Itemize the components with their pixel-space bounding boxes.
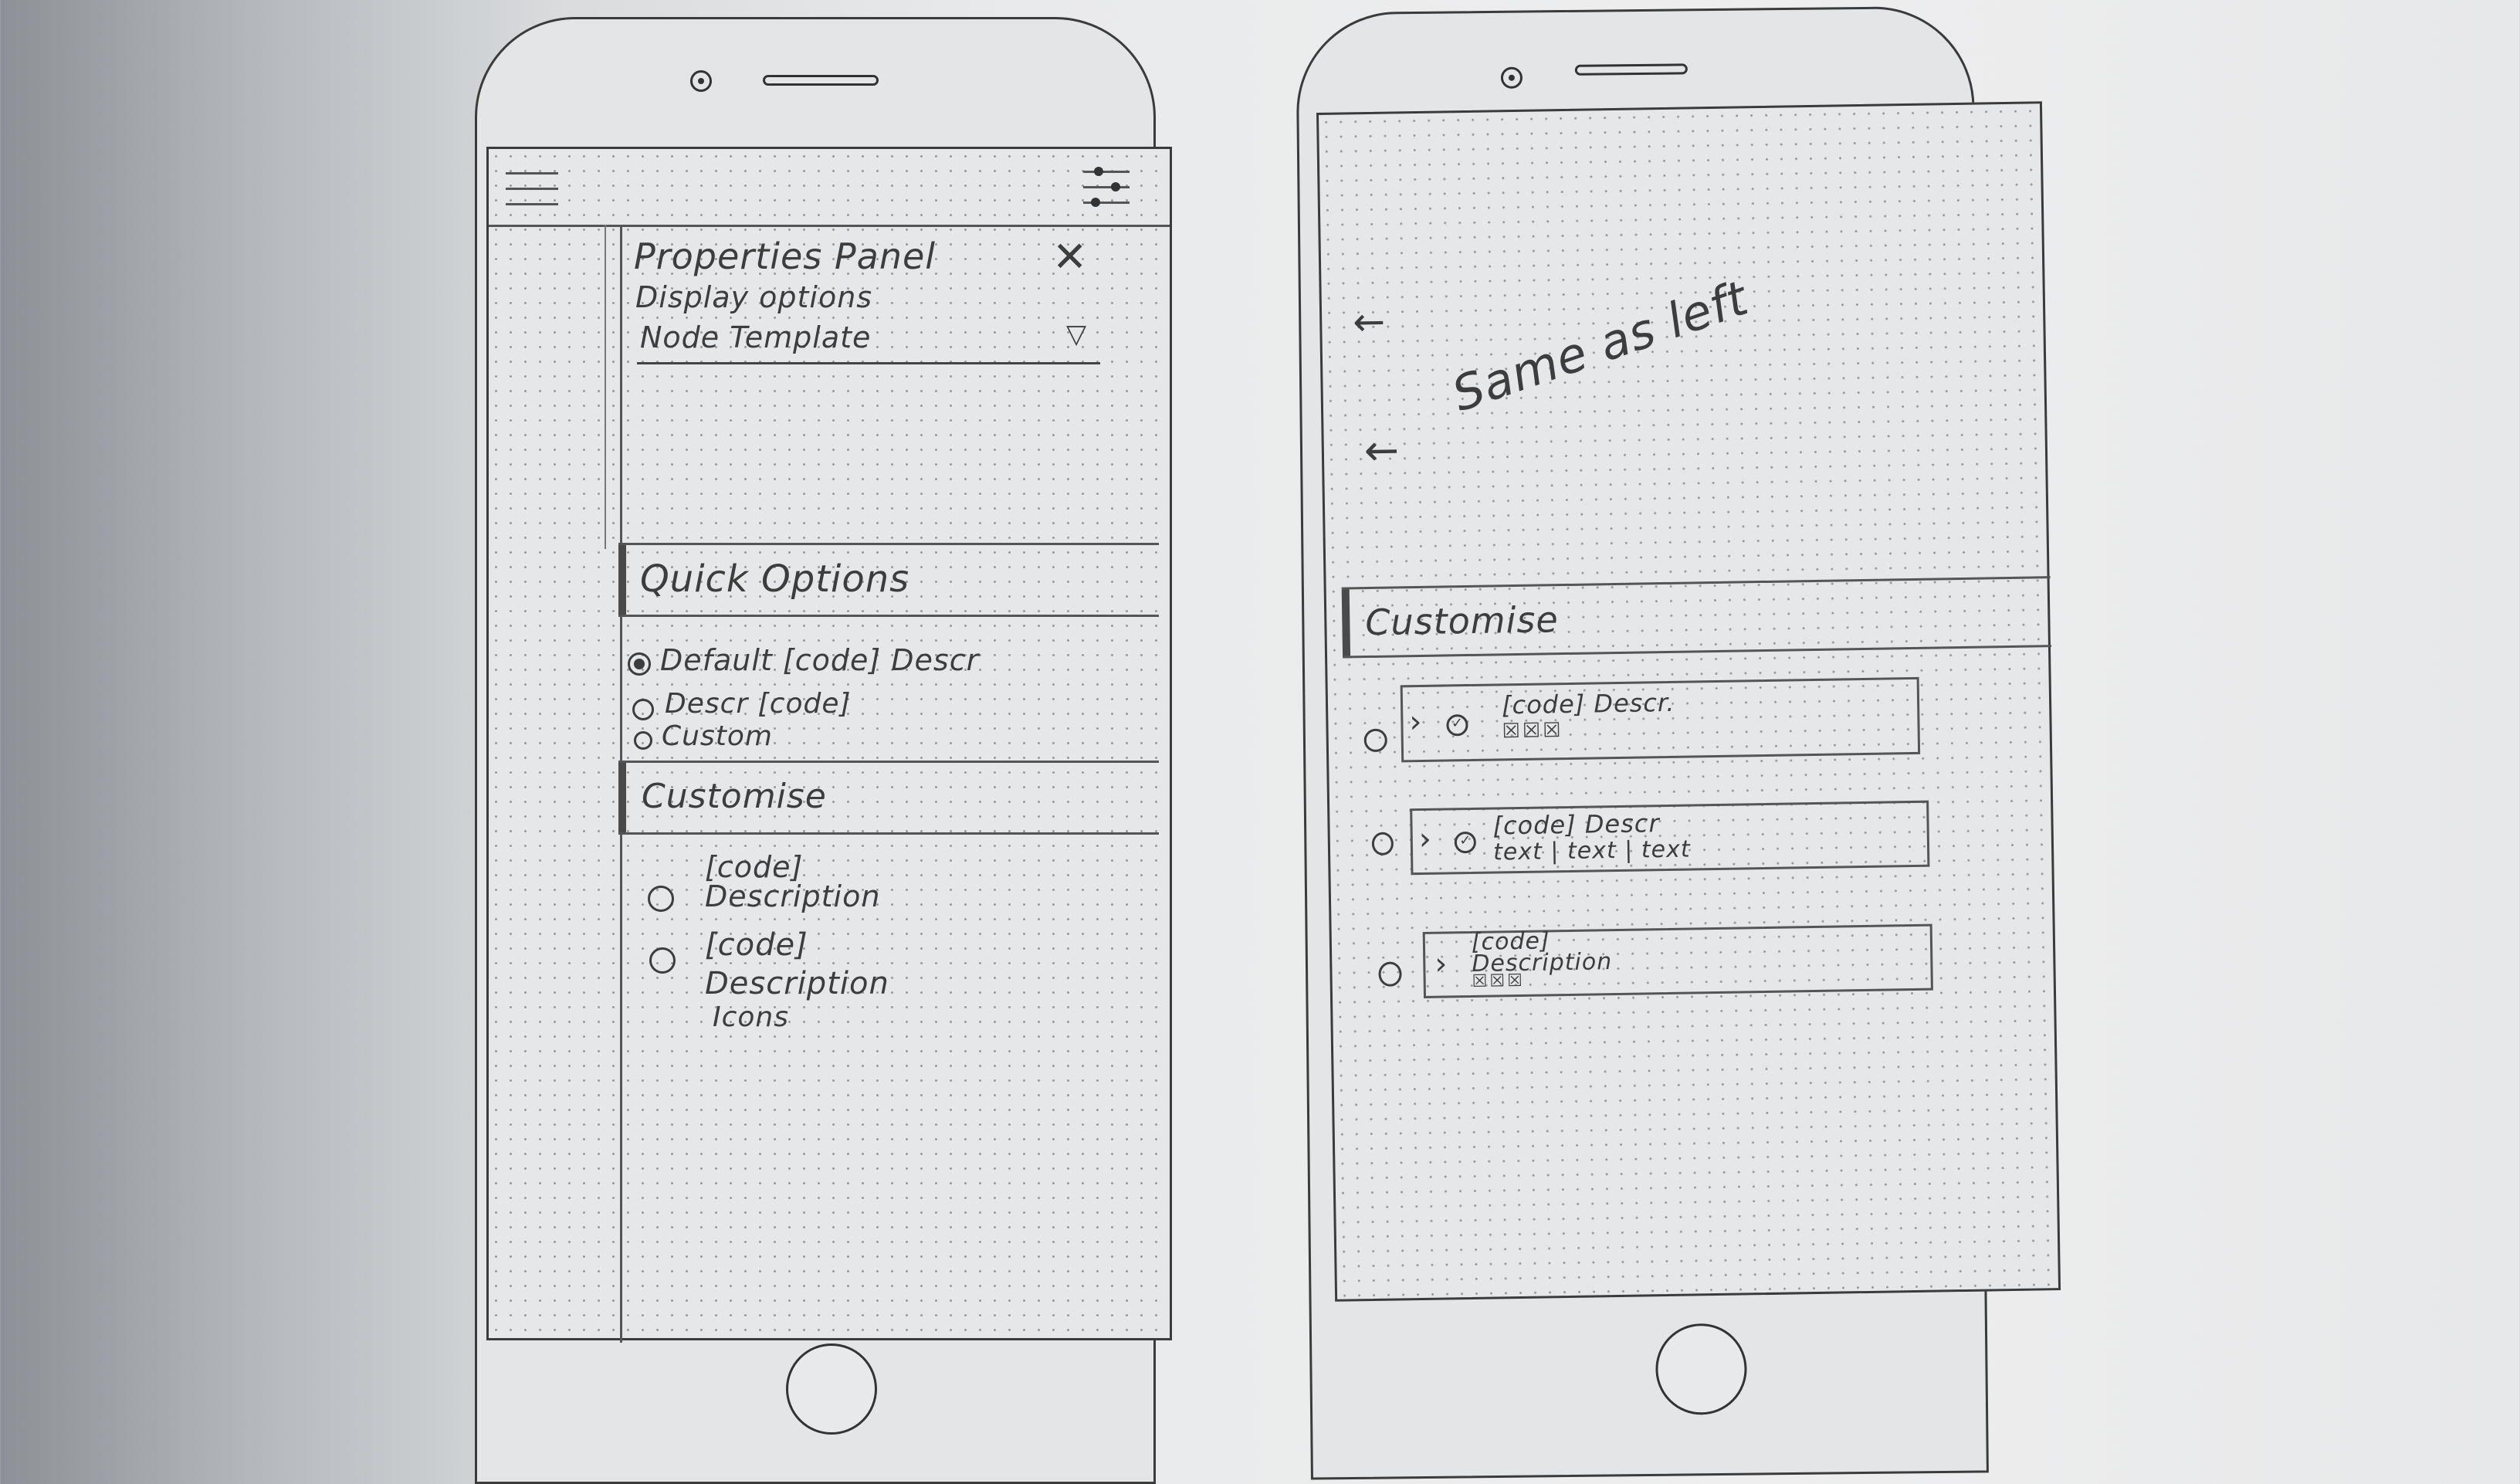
item-2-line2: text | text | text — [1492, 835, 1691, 866]
hamburger-menu-icon[interactable] — [506, 172, 558, 209]
item-2-line1: [code] Descr — [1492, 808, 1660, 841]
node-template-dropdown[interactable]: Node Template ▽ — [637, 319, 1100, 364]
check-circle-icon[interactable]: ✓ — [1446, 714, 1468, 737]
front-camera-icon — [690, 70, 712, 92]
chevron-right-icon[interactable]: › — [1418, 822, 1432, 857]
radio-custom[interactable] — [634, 731, 652, 750]
customise-2-line3: Icons — [713, 1001, 790, 1033]
chevron-right-icon[interactable]: › — [1434, 946, 1448, 981]
app-header-bar — [489, 149, 1170, 227]
customise-1-line2: Description — [705, 879, 881, 913]
option-descr-code-label: Descr [code] — [665, 688, 852, 720]
radio-item-1[interactable] — [1363, 728, 1388, 753]
customise-2-line1: [code] — [705, 927, 808, 963]
customise-header[interactable]: Customise — [618, 761, 1159, 835]
left-phone-screen: Properties Panel ✕ Display options Node … — [486, 147, 1174, 1343]
close-icon[interactable]: ✕ — [1052, 232, 1088, 281]
radio-item-3[interactable] — [1378, 961, 1402, 987]
customise-item-1[interactable]: › ✓ [code] Descr. ☒☒☒ — [1400, 676, 1921, 763]
boxed-x-icons: ☒☒☒ — [1472, 971, 1526, 991]
speaker-grille — [1574, 63, 1688, 76]
quick-options-title: Quick Options — [640, 557, 910, 601]
customise-header[interactable]: Customise — [1341, 576, 2051, 659]
arrow-left-icon: ← — [1363, 425, 1401, 476]
front-camera-icon — [1500, 66, 1523, 89]
radio-item-2[interactable] — [1371, 832, 1394, 856]
radio-descr-code[interactable] — [632, 699, 654, 720]
customise-title: Customise — [642, 777, 827, 816]
same-as-left-note: Same as left — [1445, 269, 1756, 423]
sliders-settings-icon[interactable] — [1083, 166, 1130, 211]
option-custom-label: Custom — [662, 720, 773, 752]
check-circle-icon[interactable]: ✓ — [1454, 831, 1477, 854]
customise-item-2[interactable]: › ✓ [code] Descr text | text | text — [1410, 800, 1930, 876]
radio-customise-2[interactable] — [649, 947, 676, 974]
home-button[interactable] — [1655, 1323, 1748, 1415]
home-button[interactable] — [786, 1343, 877, 1435]
panel-title: Properties Panel — [634, 235, 937, 277]
quick-options-header[interactable]: Quick Options — [618, 543, 1159, 617]
customise-title: Customise — [1364, 598, 1560, 644]
speaker-grille — [763, 75, 879, 86]
radio-default[interactable] — [628, 652, 651, 676]
item-1-line1: [code] Descr. — [1501, 687, 1675, 720]
option-default-label: Default [code] Descr — [660, 643, 980, 677]
customise-2-line2: Description — [705, 966, 889, 1001]
boxed-x-icons: ☒☒☒ — [1502, 719, 1563, 744]
triangle-down-icon: ▽ — [1066, 319, 1088, 350]
radio-customise-1[interactable] — [648, 886, 674, 912]
properties-panel: Properties Panel ✕ Display options Node … — [606, 226, 1174, 1338]
arrow-left-icon: ← — [1352, 299, 1387, 345]
right-phone-screen: ← ← Same as left Customise › ✓ [code] De… — [1316, 101, 2061, 1302]
panel-subtitle: Display options — [635, 280, 873, 314]
customise-item-3[interactable]: › [code] Description ☒☒☒ — [1422, 923, 1933, 998]
chevron-right-icon[interactable]: › — [1409, 704, 1423, 740]
dropdown-label: Node Template — [640, 320, 872, 354]
